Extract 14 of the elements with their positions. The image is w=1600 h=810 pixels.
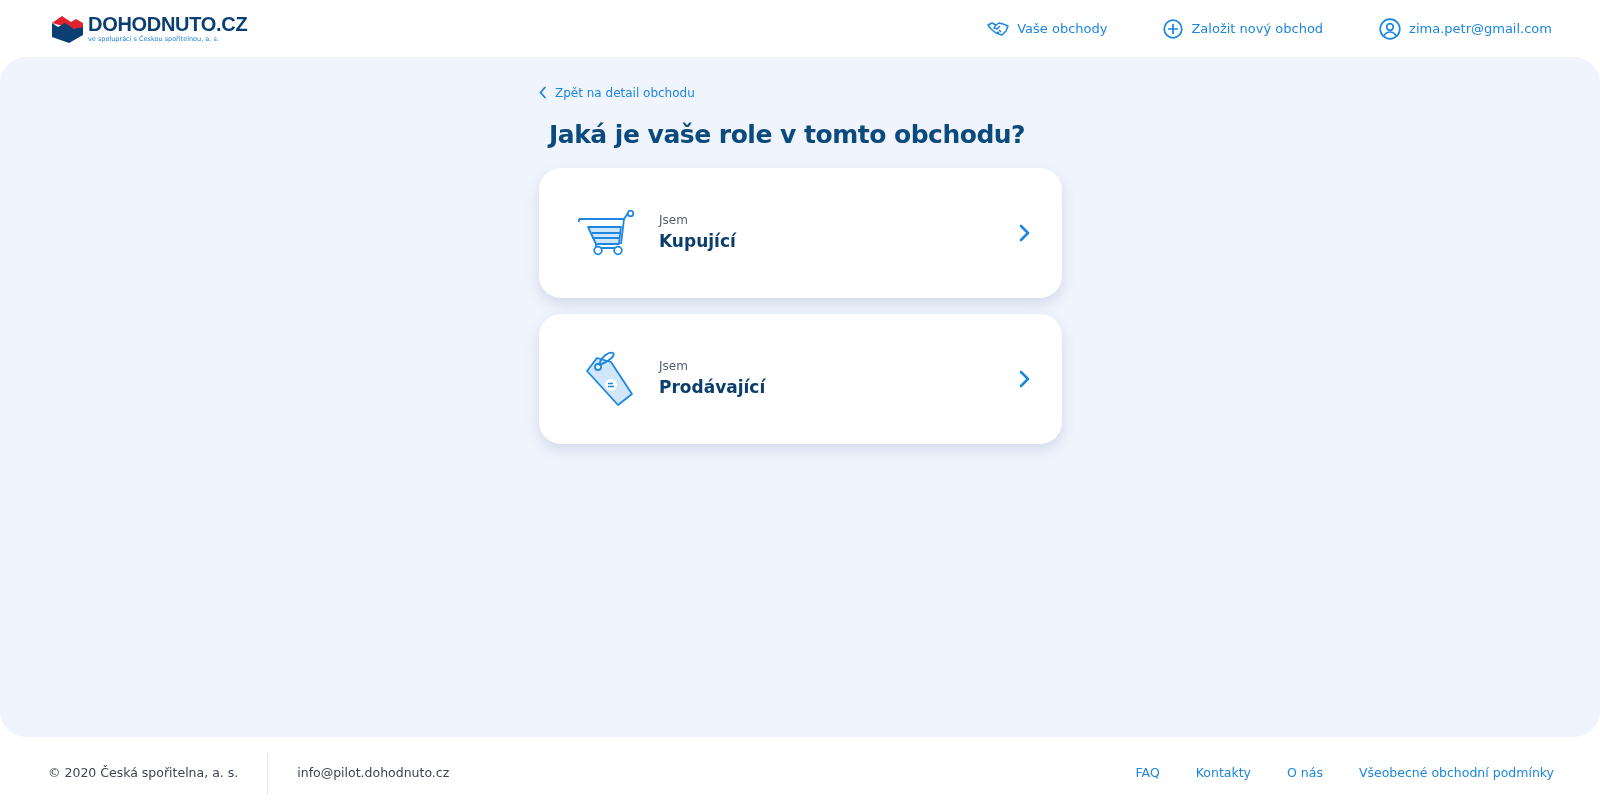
copyright-text: © 2020 Česká spořitelna, a. s. [48,764,239,783]
footer-link[interactable]: Všeobecné obchodní podmínky [1358,764,1554,783]
page-title: Jaká je vaše role v tomto obchodu? [549,120,1027,150]
role-option[interactable]: Jsem Prodávající [539,314,1062,444]
contact-email: info@pilot.dohodnuto.cz [297,764,450,783]
nav-link[interactable]: Vaše obchody [987,18,1108,39]
logo-name: DOHODNUTO.CZ [88,14,248,35]
role-option[interactable]: Jsem Kupující [539,168,1062,298]
footer-link[interactable]: O nás [1287,764,1323,783]
nav-link[interactable]: Založit nový obchod [1163,18,1324,39]
footer-link[interactable]: Kontakty [1195,764,1251,783]
nav-link[interactable]: zima.petr@gmail.com [1379,17,1552,40]
footer-link[interactable]: FAQ [1135,764,1160,783]
back-link[interactable]: Zpět na detail obchodu [539,83,695,102]
